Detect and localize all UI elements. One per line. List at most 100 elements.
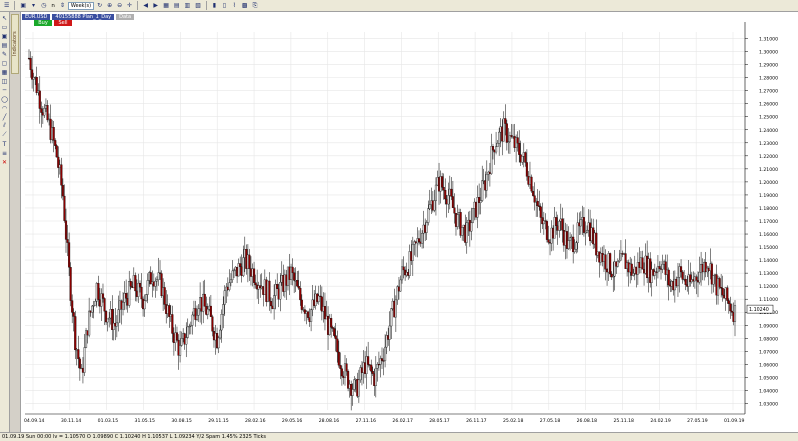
candle-body — [339, 365, 342, 369]
candle-body — [498, 131, 501, 144]
line-chart-icon[interactable]: ⌇ — [230, 1, 239, 11]
candle-body — [609, 253, 612, 275]
candle-body — [585, 229, 589, 233]
candle-body — [726, 287, 729, 301]
dropdown-icon[interactable]: ▾ — [29, 1, 38, 11]
open-icon[interactable]: ▣ — [18, 1, 28, 11]
y-tick-label: 1.14000 — [759, 258, 778, 264]
candle-body — [186, 326, 189, 338]
toolbar-separator — [137, 1, 139, 10]
chart-type-icon[interactable]: ▥ — [183, 1, 193, 11]
chart-window-icon[interactable]: ▣ — [1, 32, 9, 40]
candle-body — [222, 304, 225, 315]
buy-button[interactable]: Buy — [34, 20, 52, 26]
candle-body — [340, 368, 343, 377]
candle-body — [333, 328, 336, 336]
crosshair-icon[interactable]: ✛ — [125, 1, 134, 11]
scroll-right-icon[interactable]: ▶ — [151, 1, 160, 11]
candle-body — [684, 278, 687, 285]
sell-button[interactable]: Sell — [54, 20, 72, 26]
candle-body — [276, 284, 279, 289]
candle-body — [521, 156, 524, 163]
x-tick-label: 04.09.14 — [24, 418, 45, 424]
candle-body — [380, 358, 384, 361]
candle-body — [229, 279, 232, 283]
candle-body — [293, 272, 296, 281]
spin-icon[interactable]: ⇕ — [58, 1, 67, 11]
candle-body — [195, 315, 199, 320]
table-icon[interactable]: ▦ — [1, 68, 9, 76]
candle-body — [545, 221, 548, 240]
frame-icon[interactable]: ▢ — [1, 59, 9, 67]
candle-body — [558, 221, 561, 231]
candle-body — [536, 200, 539, 207]
candle-body — [125, 293, 128, 299]
candle-body — [211, 316, 214, 332]
candle-body — [525, 162, 528, 177]
x-tick-label: 25.11.18 — [613, 418, 634, 424]
indicator-icon[interactable]: ◫ — [1, 77, 9, 85]
data-label: Data — [116, 13, 135, 20]
menu-icon[interactable]: ☰ — [2, 1, 11, 11]
clock-icon[interactable]: ◷ — [39, 1, 48, 11]
text-tool-icon[interactable]: T — [1, 140, 9, 148]
candle-body — [495, 146, 498, 153]
refresh-icon[interactable]: ↻ — [95, 1, 104, 11]
candle-body — [567, 240, 570, 249]
candle-body — [231, 270, 234, 280]
layers-icon[interactable]: ▤ — [1, 41, 9, 49]
candle-body — [353, 379, 356, 390]
x-tick-label: 27.05.19 — [687, 418, 708, 424]
save-icon[interactable]: ▩ — [240, 1, 250, 11]
candle-body — [695, 276, 698, 281]
candle-body — [138, 282, 142, 288]
candle-body — [88, 310, 91, 336]
candle-body — [345, 363, 348, 372]
candle-body — [641, 257, 644, 270]
candle-body — [357, 379, 360, 397]
y-tick-label: 1.19000 — [759, 193, 778, 199]
candle-body — [83, 347, 86, 373]
channel-tool-icon[interactable]: ⫽ — [1, 122, 9, 130]
export-icon[interactable]: ⎘ — [251, 1, 260, 11]
arc-tool-icon[interactable]: ◠ — [1, 104, 9, 112]
candle-body — [155, 279, 158, 282]
properties-icon[interactable]: ▤ — [172, 1, 182, 11]
window-icon[interactable]: ▭ — [1, 23, 9, 31]
bar-chart-icon[interactable]: ▮ — [210, 1, 219, 11]
candle-body — [441, 176, 444, 188]
candle-body — [451, 196, 454, 208]
candle-body — [582, 217, 585, 233]
candle-icon[interactable]: ▯ — [220, 1, 229, 11]
ellipse-tool-icon[interactable]: ◯ — [1, 95, 9, 103]
candle-body — [532, 190, 535, 196]
indicators-tab[interactable]: Indicators — [11, 14, 19, 74]
cursor-icon[interactable]: ↖ — [1, 14, 9, 22]
candle-body — [29, 58, 32, 70]
zoom-out-icon[interactable]: ⊖ — [115, 1, 124, 11]
candle-body — [269, 301, 273, 307]
x-tick-label: 29.11.15 — [208, 418, 229, 424]
zoom-in-icon[interactable]: ⊕ — [105, 1, 114, 11]
fib-tool-icon[interactable]: ≡ — [1, 149, 9, 157]
status-bar: 01.09.19 Sun 00:00 lv = 1.10570 O 1.0989… — [0, 432, 798, 441]
period-select[interactable]: Week(s) — [67, 1, 95, 10]
price-chart[interactable]: 1.03000 1.04000 1.05000 1.06000 1.07000 1.080… — [20, 12, 798, 432]
pencil-icon[interactable]: ✎ — [1, 50, 9, 58]
grid-icon[interactable]: ▦ — [161, 1, 171, 11]
candle-body — [727, 300, 730, 304]
y-tick-label: 1.31000 — [759, 37, 778, 43]
template-icon[interactable]: ▧ — [193, 1, 203, 11]
candle-body — [434, 184, 438, 201]
timeframe-value[interactable]: n — [49, 3, 57, 9]
line-tool-icon[interactable]: ─ — [1, 86, 9, 94]
candle-body — [384, 346, 387, 361]
candle-body — [228, 282, 231, 290]
trendline-tool-icon[interactable]: ╱ — [1, 113, 9, 121]
candle-body — [145, 294, 148, 301]
scroll-left-icon[interactable]: ◀ — [141, 1, 150, 11]
ray-tool-icon[interactable]: ⟋ — [1, 131, 9, 139]
candle-body — [394, 299, 397, 318]
y-tick-label: 1.07000 — [759, 349, 778, 355]
delete-icon[interactable]: ✕ — [1, 158, 9, 166]
